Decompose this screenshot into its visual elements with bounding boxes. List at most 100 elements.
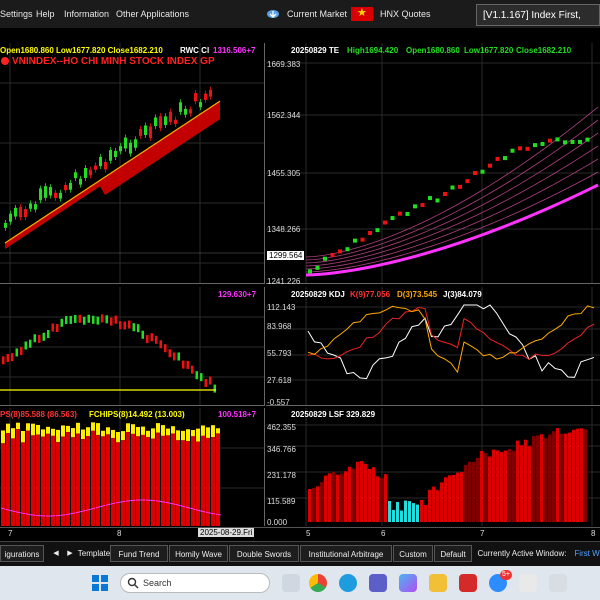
left-indicator-panel[interactable] <box>0 287 265 406</box>
chips-bar <box>181 440 185 526</box>
kdj-j-label: J(3)84.079 <box>443 290 482 299</box>
chips-bar <box>26 430 30 526</box>
candle-body <box>149 126 152 139</box>
left-chips-panel[interactable] <box>0 408 265 526</box>
x-tick: 7 <box>8 529 13 538</box>
chips-bar-top <box>146 430 150 438</box>
candle-body <box>144 125 147 135</box>
left-chips-chart <box>0 408 264 526</box>
menu-other-applications[interactable]: Other Applications <box>116 9 189 19</box>
chips-bar <box>156 432 160 526</box>
candle-body <box>555 137 560 142</box>
widgets-icon[interactable] <box>282 574 300 592</box>
chips-bar <box>171 433 175 526</box>
lsf-bar <box>396 501 399 522</box>
lsf-bar <box>480 450 483 522</box>
lsf-bar <box>484 453 487 522</box>
chips-bar-top <box>101 430 105 437</box>
candle-body <box>174 119 177 124</box>
x-tick: 5 <box>306 529 311 538</box>
candle-body <box>89 169 92 176</box>
teams-icon[interactable] <box>369 574 387 592</box>
candle-body <box>189 109 192 114</box>
menu-settings[interactable]: Settings <box>0 9 33 19</box>
app-icon[interactable] <box>549 574 567 592</box>
tab-fund-trend[interactable]: Fund Trend <box>110 545 168 562</box>
lsf-bar <box>552 431 555 522</box>
lsf-bar <box>360 461 363 522</box>
ytick: 55.793 <box>267 349 292 358</box>
menu-information[interactable]: Information <box>64 9 109 19</box>
file-explorer-icon[interactable] <box>429 574 447 592</box>
chips-bar-top <box>91 422 95 431</box>
right-date-label: 20250829 TE <box>291 46 340 55</box>
lsf-panel[interactable] <box>266 408 600 526</box>
candle-body <box>194 93 197 102</box>
lsf-bar <box>312 488 315 522</box>
candle-body <box>19 207 22 218</box>
kdj-line <box>307 306 595 360</box>
configurations-button[interactable]: igurations <box>0 545 44 562</box>
indicator-bar <box>78 314 81 323</box>
chips-bar <box>151 438 155 526</box>
chips-bar <box>101 436 105 526</box>
taskbar-search[interactable]: Search <box>120 573 270 593</box>
app-icon[interactable] <box>519 574 537 592</box>
lsf-bar <box>424 504 427 522</box>
stock-app-icon[interactable] <box>459 574 477 592</box>
left-indicator-chart <box>0 287 264 405</box>
chips-bar <box>141 434 145 526</box>
indicator-bar <box>123 321 126 330</box>
chips-bar-top <box>106 427 110 435</box>
tab-custom[interactable]: Custom <box>393 545 433 562</box>
candle-body <box>570 139 575 144</box>
chips-bar-top <box>166 428 170 436</box>
chips-bar-top <box>36 424 40 435</box>
indicator-bar <box>150 333 153 342</box>
chips-bar-top <box>156 423 160 433</box>
menu-help[interactable]: Help <box>36 9 55 19</box>
tab-institutional-arbitrage[interactable]: Institutional Arbitrage <box>300 545 392 562</box>
chips-bar <box>176 440 180 526</box>
candle-body <box>119 146 122 152</box>
copilot-icon[interactable] <box>399 574 417 592</box>
indicator-bar <box>60 318 63 327</box>
candle-body <box>154 117 157 127</box>
lsf-bar <box>576 428 579 522</box>
vietnam-flag-icon[interactable] <box>351 6 373 21</box>
edge-icon[interactable] <box>339 574 357 592</box>
chips-bar <box>46 433 50 526</box>
next-arrow-icon[interactable]: ▶ <box>64 545 76 562</box>
left-price-panel[interactable] <box>0 43 265 284</box>
right-price-panel[interactable] <box>266 43 600 284</box>
chips-bar <box>91 430 95 526</box>
candle-body <box>428 196 432 201</box>
chips-bar-top <box>31 423 35 436</box>
hnx-quotes-link[interactable]: HNX Quotes <box>380 9 431 19</box>
template-tab-bar: igurations ◀ ▶ Template Fund Trend Homil… <box>0 541 600 566</box>
left-price-value: 1316.506+7 <box>213 46 256 55</box>
current-market-label: Current Market <box>287 9 348 19</box>
windows-start-icon[interactable] <box>92 575 108 591</box>
chips-bar <box>191 436 195 526</box>
lsf-bar <box>476 457 479 522</box>
ytick: 1669.383 <box>267 60 301 69</box>
tab-default[interactable]: Default <box>434 545 472 562</box>
kdj-panel[interactable] <box>266 287 600 406</box>
lsf-bar <box>448 475 451 522</box>
x-axis <box>0 527 600 541</box>
candle-body <box>540 141 545 146</box>
candle-body <box>315 265 320 270</box>
candle-body <box>94 165 97 170</box>
lsf-bar <box>580 428 583 522</box>
prev-arrow-icon[interactable]: ◀ <box>50 545 62 562</box>
ytick: 112.143 <box>267 303 296 312</box>
tab-double-swords[interactable]: Double Swords <box>229 545 299 562</box>
candle-body <box>473 170 477 175</box>
tab-homily-wave[interactable]: Homily Wave <box>169 545 228 562</box>
candle-body <box>368 230 372 235</box>
candle-body <box>435 198 440 203</box>
indicator-bar <box>87 314 90 323</box>
chrome-icon[interactable] <box>309 574 327 592</box>
chips-bar <box>56 442 60 526</box>
